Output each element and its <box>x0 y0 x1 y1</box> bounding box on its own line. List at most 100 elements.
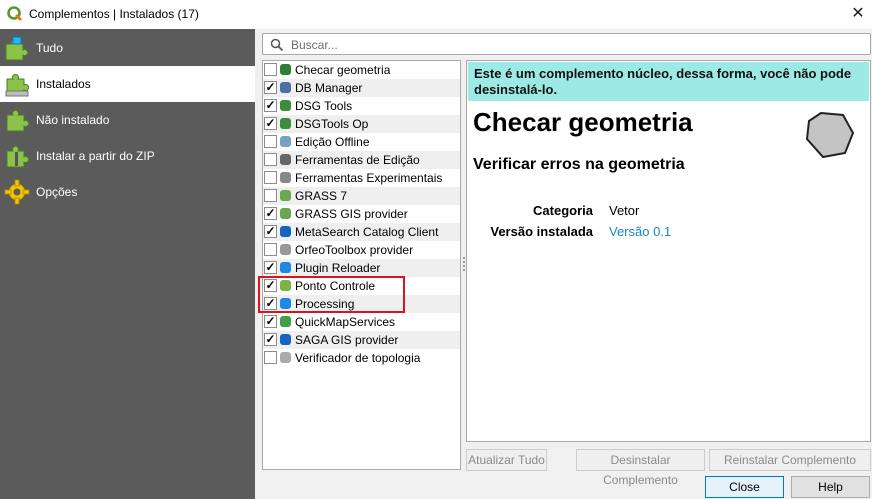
gear-icon <box>4 179 30 205</box>
splitter-handle[interactable] <box>463 257 465 271</box>
qgis-logo-icon <box>7 6 23 22</box>
metasearch-icon <box>280 226 291 237</box>
grass-provider-icon <box>280 208 291 219</box>
plugin-row[interactable]: ✓ GRASS GIS provider <box>263 205 460 223</box>
search-placeholder: Buscar... <box>291 38 338 52</box>
plugin-name: MetaSearch Catalog Client <box>295 225 439 239</box>
update-all-button[interactable]: Atualizar Tudo <box>466 449 547 471</box>
plugin-enabled-checkbox[interactable] <box>264 153 277 166</box>
plugin-row[interactable]: ✓ Plugin Reloader <box>263 259 460 277</box>
otb-icon <box>280 244 291 255</box>
sidebar-item-label: Instalar a partir do ZIP <box>36 149 155 163</box>
quickmapservices-icon <box>280 316 291 327</box>
category-label: Categoria <box>533 203 593 218</box>
plugin-name: GRASS 7 <box>295 189 348 203</box>
sidebar-item-nao-instalado[interactable]: Não instalado <box>0 102 255 138</box>
plugin-enabled-checkbox[interactable]: ✓ <box>264 333 277 346</box>
plugin-row[interactable]: ✓ MetaSearch Catalog Client <box>263 223 460 241</box>
search-input[interactable]: Buscar... <box>262 33 871 55</box>
plugin-name: OrfeoToolbox provider <box>295 243 414 257</box>
puzzle-all-icon <box>5 36 29 61</box>
plugin-row[interactable]: Edição Offline <box>263 133 460 151</box>
plugin-enabled-checkbox[interactable] <box>264 351 277 364</box>
plugin-reloader-icon <box>280 262 291 273</box>
plugin-title: Checar geometria <box>473 107 693 137</box>
saga-icon <box>280 334 291 345</box>
sidebar-item-instalar-zip[interactable]: Instalar a partir do ZIP <box>0 138 255 174</box>
plugin-enabled-checkbox[interactable]: ✓ <box>264 315 277 328</box>
puzzle-installed-icon <box>5 73 30 97</box>
sidebar-item-instalados[interactable]: Instalados <box>0 66 255 102</box>
plugin-name: QuickMapServices <box>295 315 396 329</box>
core-plugin-notice: Este é um complemento núcleo, dessa form… <box>468 62 869 101</box>
plugin-name: SAGA GIS provider <box>295 333 399 347</box>
topology-checker-icon <box>280 352 291 363</box>
experimental-tools-icon <box>280 172 291 183</box>
sidebar-item-label: Opções <box>36 185 78 199</box>
title-bar: Complementos | Instalados (17) ✕ <box>0 0 872 29</box>
version-label: Versão instalada <box>490 224 593 239</box>
dsg-tools-icon <box>280 100 291 111</box>
version-value: Versão 0.1 <box>609 224 672 239</box>
plugin-enabled-checkbox[interactable] <box>264 135 277 148</box>
sidebar-item-opcoes[interactable]: Opções <box>0 174 255 210</box>
check-geometry-icon <box>280 64 291 75</box>
plugin-row[interactable]: Ferramentas Experimentais <box>263 169 460 187</box>
plugin-row[interactable]: Verificador de topologia <box>263 349 460 367</box>
uninstall-plugin-button[interactable]: Desinstalar Complemento <box>576 449 705 487</box>
plugin-name: Checar geometria <box>295 63 391 77</box>
close-window-button[interactable]: ✕ <box>846 2 870 26</box>
plugin-enabled-checkbox[interactable] <box>264 189 277 202</box>
sidebar-item-label: Tudo <box>36 41 63 55</box>
plugin-subtitle: Verificar erros na geometria <box>473 156 685 173</box>
plugin-name: DSGTools Op <box>295 117 369 131</box>
plugin-name: Ferramentas de Edição <box>295 153 420 167</box>
help-button[interactable]: Help <box>791 476 870 498</box>
highlight-annotation <box>258 276 405 313</box>
plugin-detail-panel: Este é um complemento núcleo, dessa form… <box>466 60 871 442</box>
plugin-row[interactable]: GRASS 7 <box>263 187 460 205</box>
plugin-row[interactable]: ✓ QuickMapServices <box>263 313 460 331</box>
category-value: Vetor <box>609 203 640 218</box>
puzzle-zip-icon <box>6 145 30 168</box>
plugin-enabled-checkbox[interactable]: ✓ <box>264 117 277 130</box>
sidebar-item-tudo[interactable]: Tudo <box>0 30 255 66</box>
plugin-enabled-checkbox[interactable]: ✓ <box>264 225 277 238</box>
plugin-name: Plugin Reloader <box>295 261 381 275</box>
sidebar-item-label: Instalados <box>36 77 91 91</box>
plugin-name: Ferramentas Experimentais <box>295 171 443 185</box>
plugin-hexagon-icon <box>805 111 855 159</box>
search-icon <box>270 38 284 52</box>
plugin-enabled-checkbox[interactable]: ✓ <box>264 99 277 112</box>
plugin-name: Edição Offline <box>295 135 370 149</box>
plugin-list[interactable]: Checar geometria ✓ DB Manager ✓ DSG Tools ✓ DS… <box>262 60 461 470</box>
plugin-name: GRASS GIS provider <box>295 207 408 221</box>
sidebar: Tudo Instalados Não instalado Instalar a… <box>0 29 255 499</box>
grass-icon <box>280 190 291 201</box>
plugin-name: DB Manager <box>295 81 363 95</box>
plugin-enabled-checkbox[interactable]: ✓ <box>264 261 277 274</box>
close-button[interactable]: Close <box>705 476 784 498</box>
editing-tools-icon <box>280 154 291 165</box>
plugin-row[interactable]: ✓ DSGTools Op <box>263 115 460 133</box>
plugin-enabled-checkbox[interactable] <box>264 243 277 256</box>
plugin-row[interactable]: Ferramentas de Edição <box>263 151 460 169</box>
plugin-name: Verificador de topologia <box>295 351 421 365</box>
window-title: Complementos | Instalados (17) <box>29 7 199 21</box>
reinstall-plugin-button[interactable]: Reinstalar Complemento <box>709 449 871 471</box>
plugin-enabled-checkbox[interactable]: ✓ <box>264 81 277 94</box>
plugin-row[interactable]: Checar geometria <box>263 61 460 79</box>
plugin-enabled-checkbox[interactable]: ✓ <box>264 207 277 220</box>
sidebar-item-label: Não instalado <box>36 113 110 127</box>
plugin-enabled-checkbox[interactable] <box>264 63 277 76</box>
offline-editing-icon <box>280 136 291 147</box>
plugin-enabled-checkbox[interactable] <box>264 171 277 184</box>
plugin-row[interactable]: ✓ SAGA GIS provider <box>263 331 460 349</box>
dsg-tools-op-icon <box>280 118 291 129</box>
db-manager-icon <box>280 82 291 93</box>
plugin-name: DSG Tools <box>295 99 353 113</box>
plugin-row[interactable]: OrfeoToolbox provider <box>263 241 460 259</box>
plugin-row[interactable]: ✓ DSG Tools <box>263 97 460 115</box>
plugin-row[interactable]: ✓ DB Manager <box>263 79 460 97</box>
puzzle-not-installed-icon <box>6 109 30 132</box>
